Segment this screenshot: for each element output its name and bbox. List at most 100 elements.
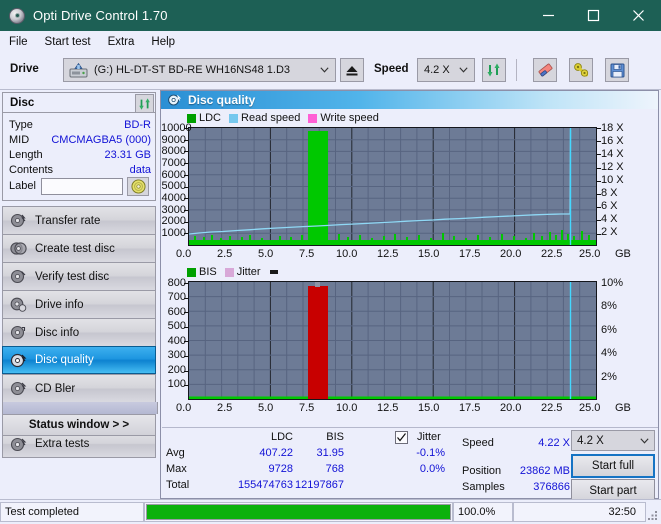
stats-col-bis: BIS (326, 431, 344, 443)
legend-label-ldc: LDC (199, 112, 222, 124)
bis-spike (308, 286, 328, 399)
x-tick: 5.0 (258, 402, 274, 414)
start-full-button[interactable]: Start full (571, 454, 655, 478)
y-tick-right: 4% (601, 347, 617, 359)
sidebar-item-transfer-rate[interactable]: Transfer rate (2, 206, 156, 234)
x-tick: 2.5 (217, 402, 233, 414)
disc-detail-button[interactable] (127, 177, 149, 196)
app-window: Opti Drive Control 1.70 File Start test … (0, 0, 661, 524)
disc-row-length: Length 23.31 GB (9, 149, 151, 164)
y-tick: 200 (167, 364, 186, 376)
position-stat-label: Position (462, 465, 502, 477)
menu-start-test[interactable]: Start test (45, 31, 91, 53)
disc-panel-body: Type BD-R MID CMCMAGBA5 (000) Length 23.… (2, 113, 156, 201)
drive-label: Drive (10, 63, 39, 75)
legend-item-bis: BIS (187, 266, 217, 278)
legend-swatch-bis (187, 267, 196, 277)
progress-bar (146, 504, 451, 520)
disc-info-icon (10, 297, 27, 312)
status-message: Test completed (5, 506, 79, 518)
window-title: Opti Drive Control 1.70 (33, 8, 168, 23)
menu-file[interactable]: File (9, 31, 28, 53)
jitter-label: Jitter (417, 431, 441, 443)
erase-button[interactable] (533, 58, 557, 82)
toolbar: Drive (G:) HL-DT-ST BD-RE WH16NS48 1.D3 … (0, 53, 661, 90)
menu-help[interactable]: Help (151, 31, 175, 53)
toolbar-separator (516, 59, 517, 81)
sidebar-item-drive-info[interactable]: Drive info (2, 290, 156, 318)
checkmark-icon (397, 433, 406, 442)
disc-info-icon (10, 325, 26, 340)
speed-stat-label: Speed (462, 437, 494, 449)
speed-stat-value: 4.22 X (538, 437, 570, 449)
disc-refresh-button[interactable] (135, 94, 154, 113)
disc-row-contents-value: data (129, 164, 151, 176)
maximize-icon[interactable] (571, 0, 616, 31)
drive-select[interactable]: (G:) HL-DT-ST BD-RE WH16NS48 1.D3 (63, 58, 336, 82)
refresh-icon (487, 63, 500, 77)
disc-row-type: Type BD-R (9, 119, 151, 134)
chevron-down-icon (459, 67, 468, 73)
tools-button[interactable] (569, 58, 593, 82)
stats-row-avg-label: Avg (166, 447, 185, 459)
menu-extra[interactable]: Extra (108, 31, 135, 53)
x-tick: 0.0 (176, 402, 192, 414)
disc-label-caption: Label (9, 180, 36, 192)
disc-test-icon (10, 381, 27, 396)
x-tick: 20.0 (500, 402, 522, 414)
minimize-icon[interactable] (526, 0, 571, 31)
sidebar-spacer (2, 402, 158, 414)
elapsed-time: 32:50 (608, 506, 636, 518)
save-button[interactable] (605, 58, 629, 82)
resize-grip-icon[interactable] (647, 510, 658, 521)
test-speed-value: 4.2 X (577, 434, 604, 447)
chevron-down-icon (640, 438, 649, 444)
sidebar-item-label: Disc quality (35, 354, 94, 366)
chart2-plot-area (188, 281, 597, 400)
chart1-legend: LDC Read speed Write speed (187, 112, 387, 124)
y-tick-right: 8 X (601, 187, 618, 199)
sidebar-item-verify-test-disc[interactable]: Verify test disc (2, 262, 156, 290)
disc-label-input[interactable] (41, 178, 123, 195)
sidebar-item-disc-quality[interactable]: Disc quality (2, 346, 156, 374)
sidebar-item-create-test-disc[interactable]: Create test disc (2, 234, 156, 262)
x-tick: 17.5 (459, 248, 481, 260)
status-window-button[interactable]: Status window > > (2, 414, 156, 436)
sidebar-item-disc-info[interactable]: Disc info (2, 318, 156, 346)
sidebar-item-label: Transfer rate (35, 214, 101, 227)
legend-label-jitter: Jitter (236, 266, 261, 278)
close-icon[interactable] (616, 0, 661, 31)
x-tick: 17.5 (459, 402, 481, 414)
speed-select[interactable]: 4.2 X (417, 58, 475, 82)
y-tick-right: 6% (601, 324, 617, 336)
test-speed-select[interactable]: 4.2 X (571, 430, 655, 451)
y-tick: 10000 (161, 122, 192, 134)
x-tick: 10.0 (336, 248, 358, 260)
ldc-spike (308, 131, 328, 245)
refresh-button[interactable] (482, 58, 506, 82)
sidebar-item-cd-bler[interactable]: CD Bler (2, 374, 156, 402)
eject-button[interactable] (340, 58, 364, 82)
y-tick: 500 (167, 320, 186, 332)
sidebar-item-label: Drive info (35, 298, 84, 311)
floppy-disk-icon (610, 63, 624, 77)
sidebar-item-label: Extra tests (35, 438, 90, 450)
speed-value: 4.2 X (424, 64, 450, 76)
y-tick: 700 (167, 291, 186, 303)
x-tick: 2.5 (217, 248, 233, 260)
y-tick: 4000 (161, 192, 186, 204)
legend-label-read-speed: Read speed (241, 112, 301, 124)
samples-stat-label: Samples (462, 481, 505, 493)
x-tick: 25.0 (579, 248, 601, 260)
stats-col-ldc: LDC (270, 431, 293, 443)
disc-row-length-label: Length (9, 149, 43, 161)
disc-panel-title: Disc (10, 96, 35, 109)
x-tick: 12.5 (377, 248, 399, 260)
sidebar-item-label: Create test disc (35, 242, 115, 255)
y-tick: 600 (167, 306, 186, 318)
jitter-checkbox[interactable] (395, 431, 408, 444)
y-tick: 8000 (161, 145, 186, 157)
stats-row-total-label: Total (166, 479, 190, 491)
legend-item-write-speed: Write speed (308, 112, 379, 124)
y-tick-right: 4 X (601, 213, 618, 225)
